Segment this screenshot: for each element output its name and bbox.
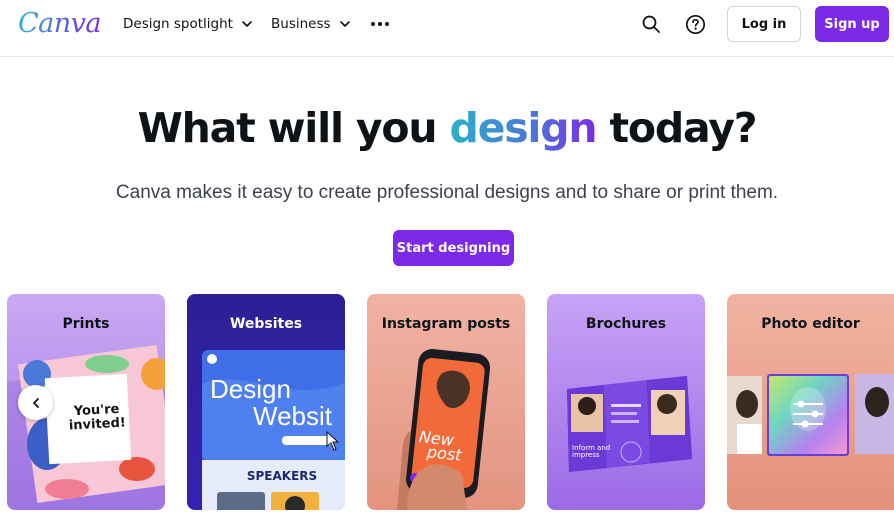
card-websites[interactable]: Websites Design Websit SPEAKERS	[187, 294, 345, 510]
search-icon	[642, 15, 660, 33]
signup-button[interactable]: Sign up	[815, 6, 889, 42]
help-icon	[685, 14, 705, 34]
hero-subtitle: Canva makes it easy to create profession…	[115, 182, 779, 203]
nav-business-label: Business	[271, 16, 331, 32]
prints-invite-text: You're invited!	[68, 401, 127, 434]
help-button[interactable]	[683, 12, 707, 36]
card-instagram-posts[interactable]: Instagram posts New post	[367, 294, 525, 510]
card-photo-editor[interactable]: Photo editor	[727, 294, 894, 510]
chevron-left-icon	[32, 397, 39, 408]
carousel-prev-button[interactable]	[18, 385, 53, 420]
card-brochures[interactable]: Brochures Inform and impress	[547, 294, 705, 510]
start-designing-button[interactable]: Start designing	[393, 230, 514, 266]
canva-logo[interactable]: Canva	[18, 8, 102, 39]
search-button[interactable]	[639, 12, 663, 36]
nav-design-spotlight[interactable]: Design spotlight	[123, 16, 253, 32]
top-nav: Canva Design spotlight Business Log in S…	[0, 0, 894, 57]
instagram-illustration	[397, 349, 491, 510]
photo-editor-illustration	[727, 374, 894, 456]
brochures-illustration	[567, 376, 692, 472]
hero-title-before: What will you	[137, 104, 438, 152]
more-icon[interactable]	[369, 15, 391, 33]
nav-business[interactable]: Business	[271, 16, 351, 32]
login-button[interactable]: Log in	[727, 6, 801, 42]
hero-title: What will you design today?	[0, 104, 894, 152]
chevron-down-icon	[339, 21, 350, 27]
websites-hero-text-2: Websit	[253, 401, 332, 431]
brochure-text: Inform and impress	[572, 444, 611, 460]
instagram-post-text-2: post	[426, 442, 463, 465]
hero-title-highlight: design	[449, 104, 597, 152]
chevron-down-icon	[242, 21, 252, 27]
nav-design-spotlight-label: Design spotlight	[123, 16, 233, 32]
hero-title-after: today?	[609, 104, 758, 152]
websites-speakers-text: SPEAKERS	[246, 469, 318, 483]
